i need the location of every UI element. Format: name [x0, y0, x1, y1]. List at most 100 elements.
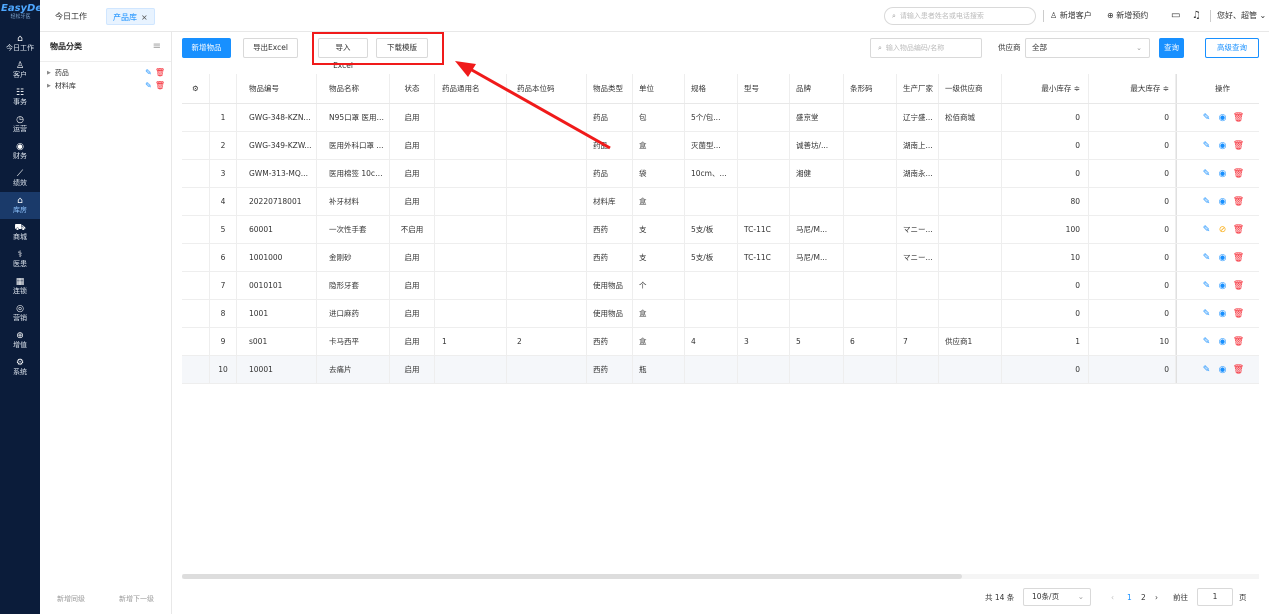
prev-page-button[interactable]: ‹	[1111, 588, 1114, 608]
page-size-select[interactable]: 10条/页 ⌄	[1023, 588, 1091, 606]
tree-node[interactable]: ▶ 材料库 ✎ 🗑	[40, 79, 171, 92]
edit-icon[interactable]: ✎	[1199, 272, 1215, 299]
nav-item[interactable]: ⌂ 库房	[0, 192, 40, 219]
nav-item[interactable]: ⚕ 医患	[0, 246, 40, 273]
nav-item[interactable]: ◷ 运营	[0, 111, 40, 138]
table-row[interactable]: 4 20220718001 补牙材料 启用 材料库盒 80 0 ✎ ◉ 🗑	[182, 188, 1259, 216]
delete-icon[interactable]: 🗑	[1231, 272, 1247, 299]
nav-item[interactable]: ♙ 客户	[0, 57, 40, 84]
nav-item[interactable]: ⟋ 绩效	[0, 165, 40, 192]
table-cell	[897, 300, 939, 327]
nav-item[interactable]: ▦ 连锁	[0, 273, 40, 300]
edit-icon[interactable]: ✎	[1199, 188, 1215, 215]
delete-icon[interactable]: 🗑	[1231, 244, 1247, 271]
item-search-input[interactable]: ⌕ 输入物品编码/名称	[870, 38, 982, 58]
caret-right-icon[interactable]: ▶	[47, 83, 51, 89]
table-cell: 1001000	[237, 244, 317, 271]
patient-search-input[interactable]: ⌕ 请输入患者姓名或电话搜索	[884, 7, 1036, 25]
column-header: 状态	[390, 74, 435, 103]
table-cell: 包	[633, 104, 685, 131]
view-icon[interactable]: ◉	[1215, 160, 1231, 187]
delete-icon[interactable]: 🗑	[1231, 328, 1247, 355]
close-icon[interactable]: ×	[141, 13, 148, 22]
delete-icon[interactable]: 🗑	[1231, 104, 1247, 131]
view-icon[interactable]: ◉	[1215, 244, 1231, 271]
tab-product-library[interactable]: 产品库 ×	[106, 8, 155, 25]
add-customer-button[interactable]: ♙ 新增客户	[1050, 8, 1092, 24]
nav-item[interactable]: ⛟ 商城	[0, 219, 40, 246]
message-icon[interactable]: ▭	[1171, 8, 1180, 24]
view-icon[interactable]: ◉	[1215, 104, 1231, 131]
edit-icon[interactable]: ✎	[1199, 104, 1215, 131]
view-icon[interactable]: ◉	[1215, 132, 1231, 159]
bell-icon[interactable]: ♫	[1192, 8, 1201, 24]
table-row[interactable]: 1 GWG-348-KZN... N95口罩 医用防... 启用 药品包 5个/包... 盛…	[182, 104, 1259, 132]
add-sibling-button[interactable]: 新增同级	[57, 594, 85, 604]
edit-icon[interactable]: ✎	[1199, 160, 1215, 187]
nav-item[interactable]: ☷ 事务	[0, 84, 40, 111]
view-icon[interactable]: ◉	[1215, 188, 1231, 215]
hidden-icon[interactable]: ⊘	[1215, 216, 1231, 243]
edit-icon[interactable]: ✎	[145, 81, 152, 90]
table-row[interactable]: 7 0010101 隐形牙套 启用 使用物品个 0 0 ✎ ◉ 🗑	[182, 272, 1259, 300]
table-row[interactable]: 2 GWG-349-KZW... 医用外科口罩 ... 启用 药品盒灭菌型... 诚善坊/…	[182, 132, 1259, 160]
table-cell: 10cm、...	[685, 160, 738, 187]
table-cell: GWG-349-KZW...	[237, 132, 317, 159]
nav-item[interactable]: ⊕ 增值	[0, 327, 40, 354]
delete-icon[interactable]: 🗑	[1231, 188, 1247, 215]
export-excel-button[interactable]: 导出Excel	[243, 38, 298, 58]
nav-item[interactable]: ◎ 营销	[0, 300, 40, 327]
table-row[interactable]: 5 60001 一次性手套 不启用 西药支 5支/板 TC-11C 马尼/M... マニー...…	[182, 216, 1259, 244]
menu-icon[interactable]: ≡	[153, 41, 161, 52]
tab-today-work[interactable]: 今日工作	[49, 8, 93, 25]
table-cell: 西药	[587, 216, 633, 243]
add-appointment-button[interactable]: ⊕ 新增预约	[1107, 8, 1148, 24]
edit-icon[interactable]: ✎	[1199, 132, 1215, 159]
delete-icon[interactable]: 🗑	[1231, 132, 1247, 159]
table-row[interactable]: 3 GWM-313-MQ... 医用棉签 10cm... 启用 药品袋 10cm、... 湘…	[182, 160, 1259, 188]
tree-node[interactable]: ▶ 药品 ✎ 🗑	[40, 66, 171, 79]
horizontal-scrollbar[interactable]	[182, 574, 1259, 579]
edit-icon[interactable]: ✎	[1199, 244, 1215, 271]
edit-icon[interactable]: ✎	[1199, 216, 1215, 243]
edit-icon[interactable]: ✎	[1199, 328, 1215, 355]
table-cell	[685, 188, 738, 215]
goto-page-input[interactable]: 1	[1197, 588, 1233, 606]
table-row[interactable]: 9 s001 卡马西平 启用 1 2 西药盒 4 3 5 6 7 供应商1 1 10 ✎ ◉ 🗑	[182, 328, 1259, 356]
view-icon[interactable]: ◉	[1215, 356, 1231, 383]
nav-item[interactable]: ⌂ 今日工作	[0, 30, 40, 57]
settings-icon[interactable]: ⚙	[182, 74, 210, 103]
edit-icon[interactable]: ✎	[145, 68, 152, 77]
add-item-button[interactable]: 新增物品	[182, 38, 231, 58]
nav-item[interactable]: ◉ 财务	[0, 138, 40, 165]
add-child-button[interactable]: 新增下一级	[119, 594, 154, 604]
category-tree: ▶ 药品 ✎ 🗑 ▶ 材料库 ✎ 🗑	[40, 62, 171, 92]
delete-icon[interactable]: 🗑	[1231, 356, 1247, 383]
edit-icon[interactable]: ✎	[1199, 356, 1215, 383]
view-icon[interactable]: ◉	[1215, 328, 1231, 355]
caret-right-icon[interactable]: ▶	[47, 70, 51, 76]
delete-icon[interactable]: 🗑	[1231, 216, 1247, 243]
next-page-button[interactable]: ›	[1155, 588, 1158, 608]
table-cell: 湖南永...	[897, 160, 939, 187]
page-2-button[interactable]: 2	[1141, 588, 1146, 608]
user-menu[interactable]: 您好、超管 ⌄	[1217, 8, 1266, 24]
supplier-select[interactable]: 全部 ⌄	[1025, 38, 1150, 58]
advanced-query-button[interactable]: 高级查询	[1205, 38, 1259, 58]
table-row[interactable]: 6 1001000 金刚砂 启用 西药支 5支/板 TC-11C 马尼/M... マニー... 1…	[182, 244, 1259, 272]
table-row[interactable]: 8 1001 进口麻药 启用 使用物品盒 0 0 ✎ ◉ 🗑	[182, 300, 1259, 328]
table-row[interactable]: 10 10001 去痛片 启用 西药瓶 0 0 ✎ ◉ 🗑	[182, 356, 1259, 384]
nav-item[interactable]: ⚙ 系统	[0, 354, 40, 381]
delete-icon[interactable]: 🗑	[1231, 300, 1247, 327]
page-1-button[interactable]: 1	[1127, 588, 1132, 608]
view-icon[interactable]: ◉	[1215, 272, 1231, 299]
scrollbar-thumb[interactable]	[182, 574, 962, 579]
delete-icon[interactable]: 🗑	[1231, 160, 1247, 187]
table-cell: 5支/板	[685, 244, 738, 271]
table-cell: 0	[1089, 104, 1176, 131]
view-icon[interactable]: ◉	[1215, 300, 1231, 327]
delete-icon[interactable]: 🗑	[155, 81, 165, 90]
edit-icon[interactable]: ✎	[1199, 300, 1215, 327]
query-button[interactable]: 查询	[1159, 38, 1184, 58]
delete-icon[interactable]: 🗑	[155, 68, 165, 77]
